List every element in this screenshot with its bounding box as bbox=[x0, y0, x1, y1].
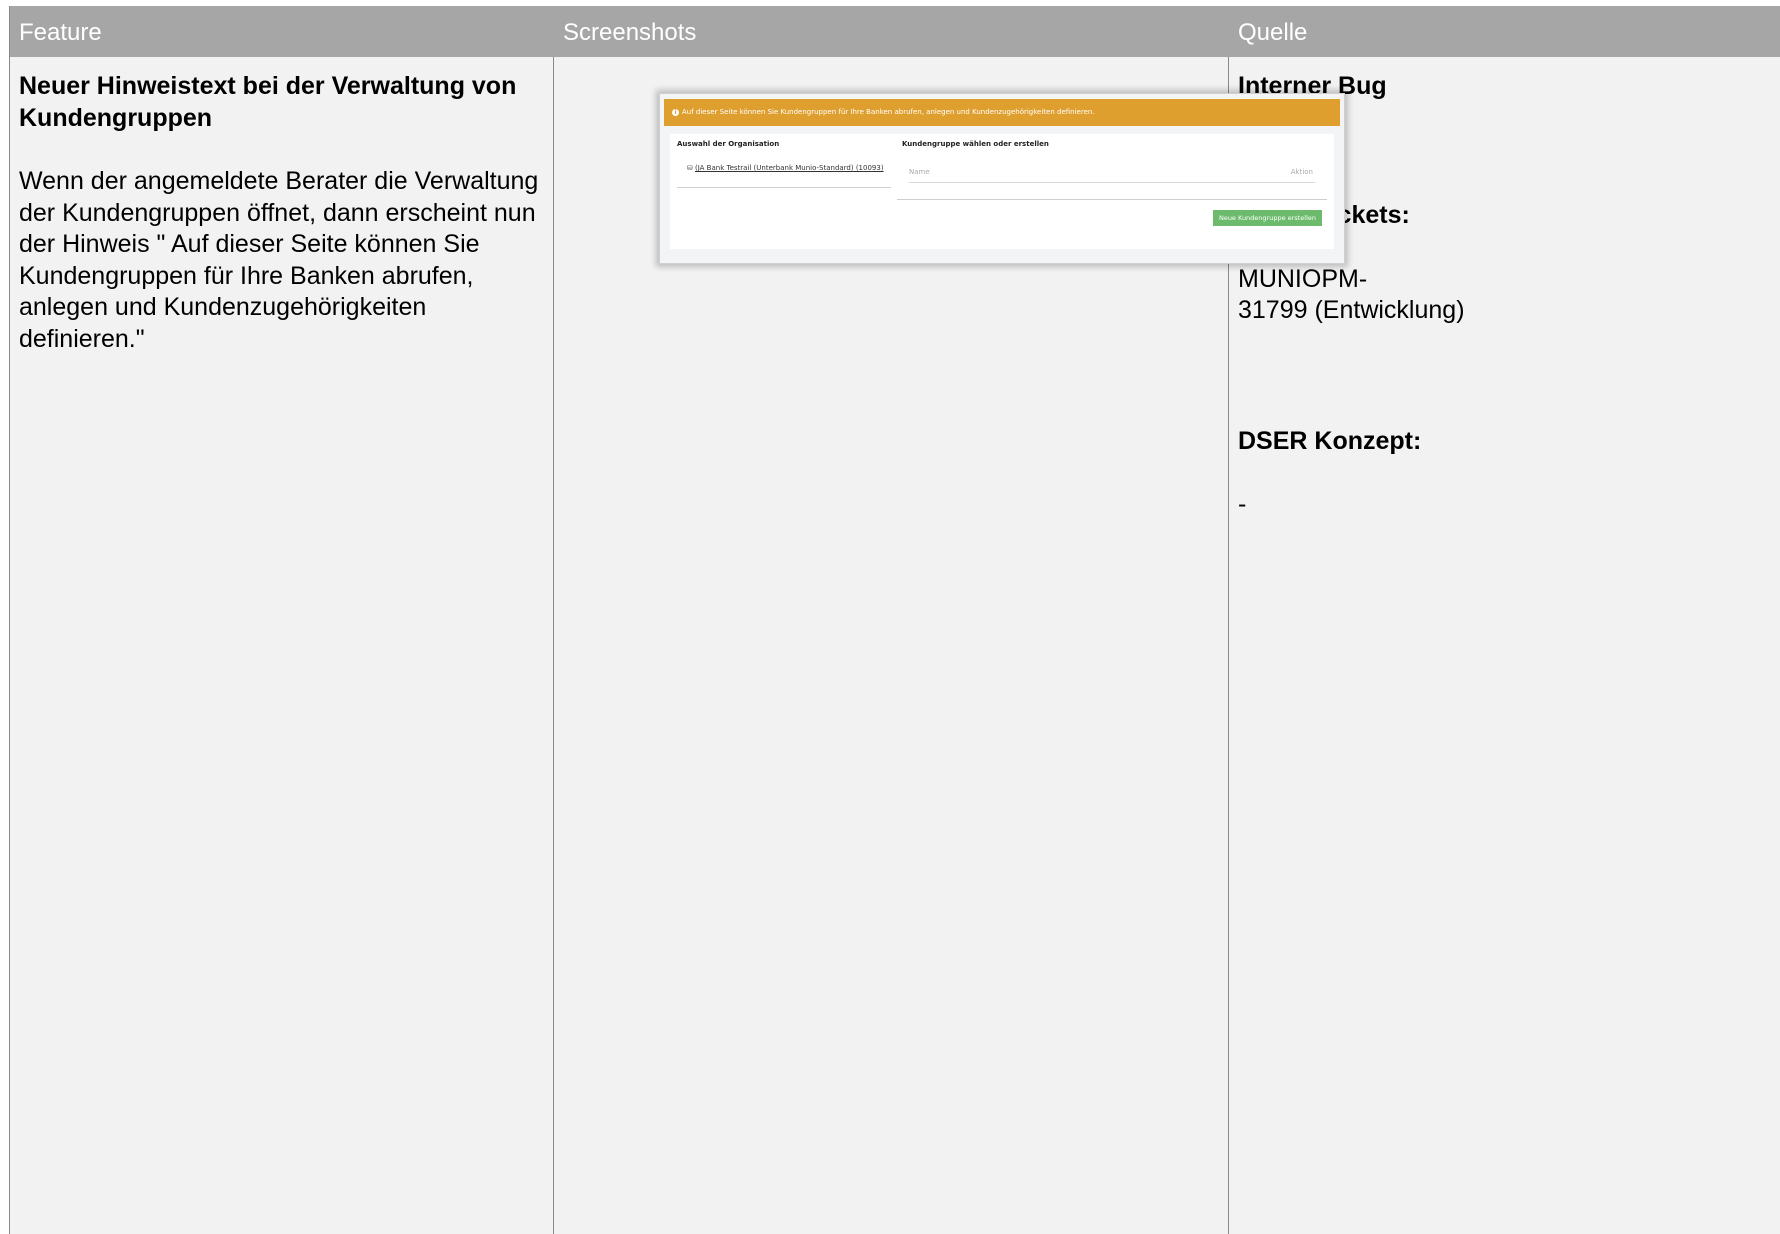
column-divider bbox=[553, 57, 554, 1234]
table-header: Feature Screenshots Quelle bbox=[10, 6, 1780, 57]
concept-value: - bbox=[1238, 490, 1247, 518]
org-list: ⛁ (JA Bank Testrail (Unterbank Munio-Sta… bbox=[677, 154, 891, 188]
feature-cell: Neuer Hinweistext bei der Verwaltung von… bbox=[19, 57, 539, 1234]
feature-description: Wenn der angemeldete Berater die Verwalt… bbox=[19, 167, 539, 353]
group-list: Name Aktion bbox=[897, 154, 1327, 200]
header-screenshots: Screenshots bbox=[563, 19, 697, 46]
banner-text: Auf dieser Seite können Sie Kundengruppe… bbox=[682, 108, 1095, 116]
group-select-label: Kundengruppe wählen oder erstellen bbox=[902, 140, 1049, 148]
name-column-label: Name bbox=[909, 168, 930, 176]
bank-icon: ⛁ bbox=[687, 164, 693, 172]
org-select-label: Auswahl der Organisation bbox=[677, 140, 780, 148]
info-banner: i Auf dieser Seite können Sie Kundengrupp… bbox=[664, 99, 1340, 126]
header-feature: Feature bbox=[19, 19, 102, 46]
embedded-screenshot: i Auf dieser Seite können Sie Kundengrupp… bbox=[659, 93, 1345, 264]
concept-label: DSER Konzept: bbox=[1238, 427, 1422, 455]
org-item-link[interactable]: (JA Bank Testrail (Unterbank Munio-Stand… bbox=[695, 164, 884, 172]
customer-group-panel: Auswahl der Organisation Kundengruppe wä… bbox=[670, 134, 1334, 249]
create-group-button[interactable]: Neue Kundengruppe erstellen bbox=[1212, 210, 1322, 226]
header-quelle: Quelle bbox=[1238, 19, 1308, 46]
group-table-header: Name Aktion bbox=[909, 166, 1315, 183]
ticket-status: 31799 (Entwicklung) bbox=[1238, 296, 1465, 324]
ticket-id: MUNIOPM- bbox=[1238, 265, 1368, 293]
feature-title: Neuer Hinweistext bei der Verwaltung von… bbox=[19, 72, 517, 132]
action-column-label: Aktion bbox=[1290, 168, 1313, 176]
info-icon: i bbox=[672, 108, 679, 116]
